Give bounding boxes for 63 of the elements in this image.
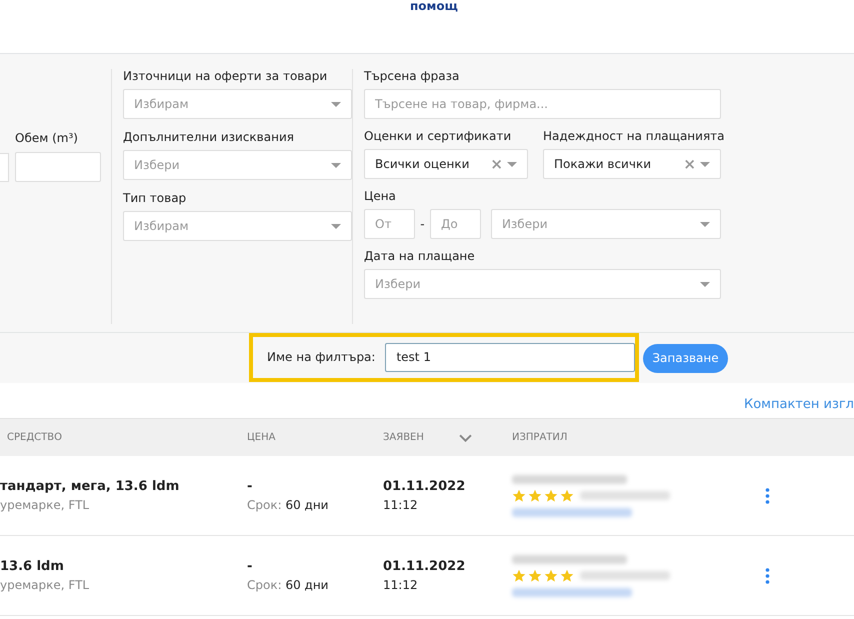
clear-icon[interactable]: × — [490, 156, 503, 172]
field-label: Надеждност на плащанията — [543, 129, 721, 144]
table-cell-text: - — [247, 559, 254, 574]
more-options-icon[interactable] — [765, 568, 770, 584]
field-label: Цена — [364, 189, 397, 204]
caret-icon — [700, 282, 710, 286]
column-header: СРЕДСТВО — [6, 432, 63, 443]
price-from-field[interactable]: От — [364, 209, 415, 239]
star-icon — [528, 568, 542, 582]
star-icon — [512, 568, 526, 582]
table-cell-text: 11:12 — [383, 498, 419, 512]
input-field[interactable] — [0, 153, 9, 182]
dropdown[interactable]: Избирам — [123, 89, 352, 119]
clear-icon[interactable]: × — [683, 156, 696, 172]
caret-icon — [700, 222, 710, 226]
compact-view-link[interactable]: Компактен изгл — [744, 397, 854, 412]
dropdown[interactable]: Избери — [123, 150, 352, 180]
star-icon — [528, 488, 542, 502]
search-field[interactable]: Търсене на товар, фирма... — [364, 89, 721, 119]
price-to-field[interactable]: До — [430, 209, 481, 239]
volume-input[interactable] — [15, 152, 101, 182]
table-cell-text: 11:12 — [383, 578, 419, 592]
field-label: Допълнителни изисквания — [123, 130, 295, 145]
table-cell-text: тандарт, мега, 13.6 ldm — [0, 479, 180, 494]
dropdown[interactable]: Покажи всички × — [543, 149, 721, 179]
caret-icon — [331, 224, 341, 228]
chevron-down-icon[interactable] — [459, 434, 472, 442]
help-link[interactable]: помощ — [410, 0, 458, 12]
table-cell-text: 01.11.2022 — [383, 559, 466, 574]
dropdown[interactable]: Избирам — [123, 211, 352, 241]
table-cell-text: 01.11.2022 — [383, 479, 466, 494]
table-cell-text: уремарке, FTL — [0, 498, 90, 512]
dropdown[interactable]: Избери — [490, 209, 721, 239]
field-label: Тип товар — [123, 191, 188, 206]
field-label: Дата на плащане — [364, 249, 476, 264]
table-cell-text: Срок: 60 дни — [247, 578, 330, 592]
table-cell-text: Срок: 60 дни — [247, 498, 330, 512]
field-label: Име на филтъра: — [267, 350, 376, 364]
column-header[interactable]: ЗАЯВЕН — [383, 432, 459, 443]
star-icon — [512, 488, 526, 502]
column-header: ИЗПРАТИЛ — [512, 432, 568, 443]
range-separator: - — [419, 217, 426, 231]
star-icon — [544, 488, 558, 502]
column-header: ЦЕНА — [247, 432, 276, 443]
field-label: Оценки и сертификати — [364, 129, 512, 144]
caret-icon — [700, 162, 710, 166]
caret-icon — [331, 162, 341, 168]
star-icon — [544, 568, 558, 582]
table-cell-text: 13.6 ldm — [0, 559, 65, 574]
star-icon — [560, 488, 574, 502]
star-icon — [560, 568, 574, 582]
field-label: Източници на оферти за товари — [123, 69, 328, 84]
caret-icon — [507, 162, 517, 166]
caret-icon — [331, 102, 341, 106]
field-label: Търсена фраза — [364, 69, 460, 84]
table-cell-text: - — [247, 479, 254, 494]
dropdown[interactable]: Всички оценки × — [364, 149, 528, 179]
more-options-icon[interactable] — [765, 488, 770, 504]
save-button[interactable]: Запазване — [643, 344, 728, 372]
filter-name-field[interactable]: test 1 — [385, 342, 635, 372]
dropdown[interactable]: Избери — [364, 269, 721, 299]
table-cell-text: уремарке, FTL — [0, 578, 90, 592]
field-label: Обем (m³) — [15, 131, 79, 146]
